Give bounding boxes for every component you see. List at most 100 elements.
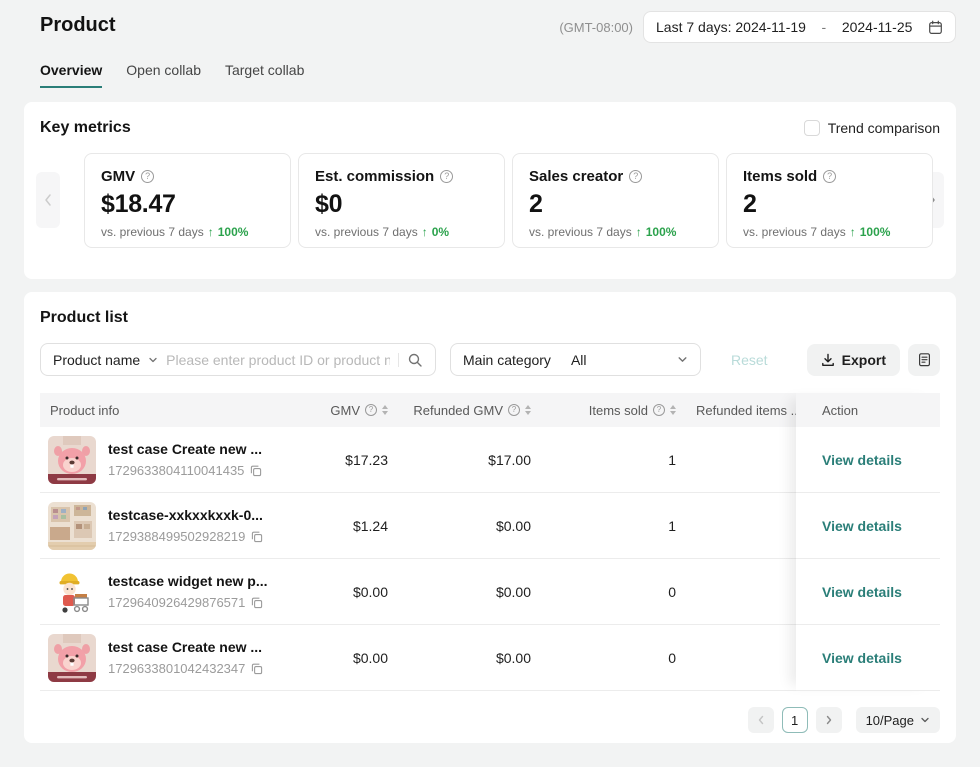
search-field-selector[interactable]: Product name xyxy=(53,352,140,368)
gmv-value: $0.00 xyxy=(255,584,388,600)
tab-bar: Overview Open collab Target collab xyxy=(40,62,304,88)
arrow-up-icon: ↑ xyxy=(850,225,856,239)
chevron-down-icon[interactable] xyxy=(148,355,158,365)
metric-compare-label: vs. previous 7 days xyxy=(529,225,632,239)
product-text: testcase-xxkxxkxxk-0... 1729388499502928… xyxy=(108,507,263,544)
product-text: testcase widget new p... 172964092642987… xyxy=(108,573,268,610)
filter-bar: Product name Main category All Reset Exp… xyxy=(40,343,940,376)
view-details-link[interactable]: View details xyxy=(822,584,902,600)
search-icon[interactable] xyxy=(407,352,423,368)
product-name: testcase-xxkxxkxxk-0... xyxy=(108,507,263,523)
product-image-loopy xyxy=(48,436,96,484)
pagination: 1 10/Page xyxy=(748,707,940,733)
reset-button[interactable]: Reset xyxy=(731,352,768,368)
column-label: Refunded items ... xyxy=(696,403,802,418)
help-icon[interactable]: ? xyxy=(653,404,665,416)
help-icon[interactable]: ? xyxy=(365,404,377,416)
metric-card-items-sold: Items sold ? 2 vs. previous 7 days ↑ 100… xyxy=(726,153,933,248)
product-search: Product name xyxy=(40,343,436,376)
metric-delta: 100% xyxy=(860,225,891,239)
metric-label: GMV xyxy=(101,168,135,185)
product-list-title: Product list xyxy=(40,309,128,327)
help-icon[interactable]: ? xyxy=(141,170,154,183)
product-image-builder-girl xyxy=(48,568,96,616)
chevron-right-icon xyxy=(825,715,833,725)
column-label: Refunded GMV xyxy=(413,403,503,418)
tab-target-collab[interactable]: Target collab xyxy=(225,62,304,88)
search-input[interactable] xyxy=(166,352,390,368)
column-product-info: Product info xyxy=(40,403,255,418)
metrics-prev-button[interactable] xyxy=(36,172,60,228)
column-label: Action xyxy=(822,403,858,418)
metric-delta: 100% xyxy=(218,225,249,239)
main-category-value: All xyxy=(571,352,587,368)
key-metrics-panel: Key metrics Trend comparison GMV ? $18.4… xyxy=(24,102,956,279)
product-info-cell: testcase widget new p... 172964092642987… xyxy=(40,568,255,616)
product-name: test case Create new ... xyxy=(108,441,262,457)
metric-value: 2 xyxy=(743,190,916,219)
trend-comparison-checkbox[interactable] xyxy=(804,120,820,136)
column-gmv: GMV ? xyxy=(255,403,388,418)
timezone-label: (GMT-08:00) xyxy=(559,20,633,35)
items-sold-value: 0 xyxy=(531,650,676,666)
export-label: Export xyxy=(842,352,886,368)
metric-compare-label: vs. previous 7 days xyxy=(315,225,418,239)
metric-cards-row: GMV ? $18.47 vs. previous 7 days ↑ 100% … xyxy=(84,153,933,248)
page-size-select[interactable]: 10/Page xyxy=(856,707,940,733)
metric-label: Sales creator xyxy=(529,168,623,185)
items-sold-value: 1 xyxy=(531,518,676,534)
date-range-picker[interactable]: Last 7 days: 2024-11-19 - 2024-11-25 xyxy=(643,11,956,43)
main-category-select[interactable]: Main category All xyxy=(450,343,701,376)
arrow-up-icon: ↑ xyxy=(422,225,428,239)
refunded-gmv-value: $17.00 xyxy=(388,452,531,468)
prev-page-button[interactable] xyxy=(748,707,774,733)
product-id: 1729633801042432347 xyxy=(108,661,245,676)
metric-label: Est. commission xyxy=(315,168,434,185)
view-details-link[interactable]: View details xyxy=(822,518,902,534)
product-image-loopy xyxy=(48,634,96,682)
column-items-sold: Items sold ? xyxy=(531,403,676,418)
column-refunded-gmv: Refunded GMV ? xyxy=(388,403,531,418)
next-page-button[interactable] xyxy=(816,707,842,733)
help-icon[interactable]: ? xyxy=(629,170,642,183)
date-range-start: Last 7 days: 2024-11-19 xyxy=(656,19,806,35)
product-info-cell: test case Create new ... 172963380411004… xyxy=(40,436,255,484)
metric-card-gmv: GMV ? $18.47 vs. previous 7 days ↑ 100% xyxy=(84,153,291,248)
action-column: Action View details View details View de… xyxy=(796,393,940,691)
metric-delta: 0% xyxy=(432,225,449,239)
product-id: 1729640926429876571 xyxy=(108,595,245,610)
help-icon[interactable]: ? xyxy=(508,404,520,416)
chevron-left-icon xyxy=(43,193,53,207)
column-label: Product info xyxy=(50,403,119,418)
metric-card-sales-creator: Sales creator ? 2 vs. previous 7 days ↑ … xyxy=(512,153,719,248)
refunded-gmv-value: $0.00 xyxy=(388,584,531,600)
metric-value: $0 xyxy=(315,190,488,219)
help-icon[interactable]: ? xyxy=(440,170,453,183)
page-number[interactable]: 1 xyxy=(782,707,808,733)
view-details-link[interactable]: View details xyxy=(822,650,902,666)
metric-card-est-commission: Est. commission ? $0 vs. previous 7 days… xyxy=(298,153,505,248)
chevron-left-icon xyxy=(757,715,765,725)
page-title: Product xyxy=(40,14,116,37)
help-icon[interactable]: ? xyxy=(823,170,836,183)
product-id: 1729633804110041435 xyxy=(108,463,244,478)
product-text: test case Create new ... 172963380411004… xyxy=(108,441,262,478)
export-button[interactable]: Export xyxy=(807,344,900,376)
column-refunded-items: Refunded items ... ? xyxy=(676,403,800,418)
report-list-button[interactable] xyxy=(908,344,940,376)
metric-value: 2 xyxy=(529,190,702,219)
tab-overview[interactable]: Overview xyxy=(40,62,102,88)
arrow-up-icon: ↑ xyxy=(208,225,214,239)
tab-open-collab[interactable]: Open collab xyxy=(126,62,201,88)
chevron-down-icon xyxy=(920,715,930,725)
key-metrics-title: Key metrics xyxy=(40,119,131,137)
view-details-link[interactable]: View details xyxy=(822,452,902,468)
metric-delta: 100% xyxy=(646,225,677,239)
refunded-gmv-value: $0.00 xyxy=(388,518,531,534)
calendar-icon[interactable] xyxy=(928,20,943,35)
product-info-cell: test case Create new ... 172963380104243… xyxy=(40,634,255,682)
column-label: GMV xyxy=(330,403,360,418)
trend-comparison-toggle[interactable]: Trend comparison xyxy=(804,120,940,136)
arrow-up-icon: ↑ xyxy=(636,225,642,239)
chevron-down-icon xyxy=(677,354,688,365)
